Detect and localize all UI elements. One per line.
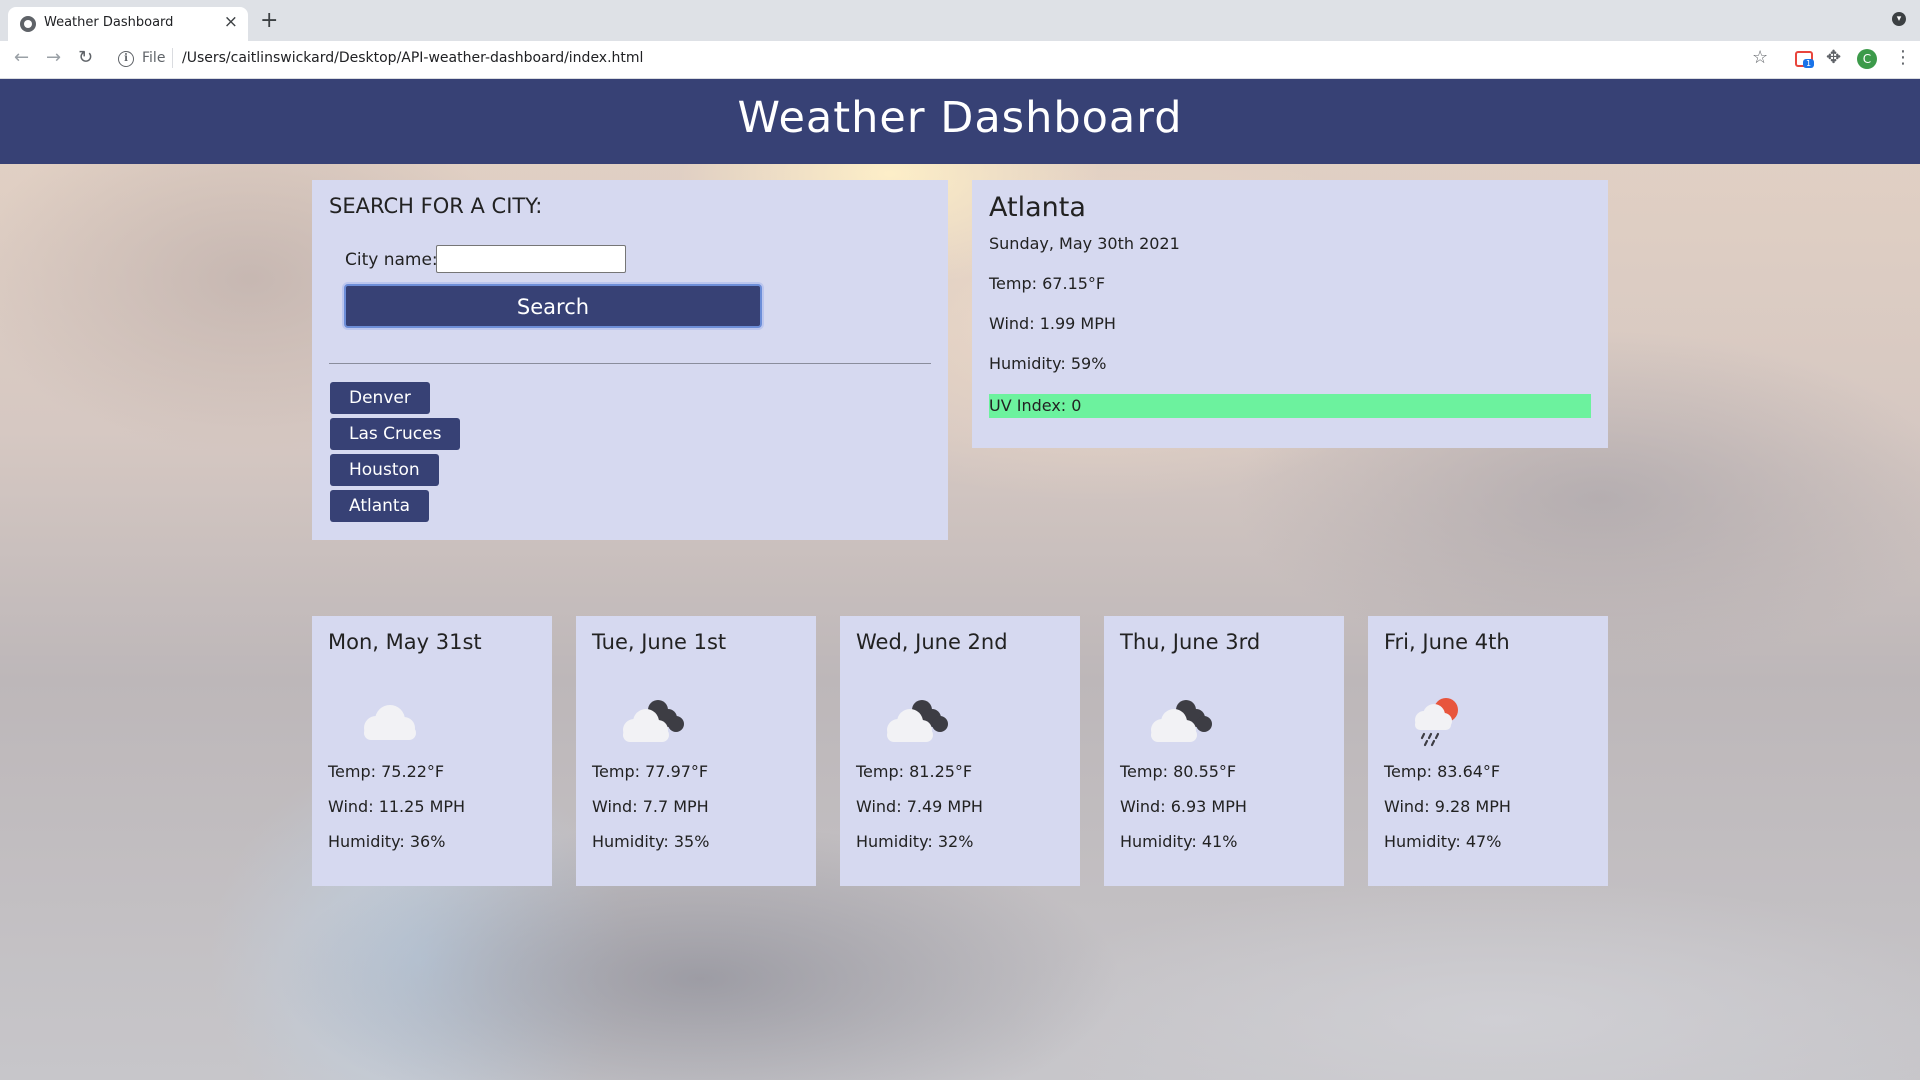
forecast-card: Wed, June 2nd Temp: 81.25°F Wind: 7.49 M… — [840, 616, 1080, 886]
forecast-card: Thu, June 3rd Temp: 80.55°F Wind: 6.93 M… — [1104, 616, 1344, 886]
forecast-card: Fri, June 4th Temp: 83.64°F Wind: 9.28 M… — [1368, 616, 1608, 886]
current-date: Sunday, May 30th 2021 — [989, 234, 1180, 253]
forecast-card: Mon, May 31st Temp: 75.22°F Wind: 11.25 … — [312, 616, 552, 886]
extensions-puzzle-icon[interactable]: ✥ — [1826, 47, 1841, 68]
forecast-temp: Temp: 83.64°F — [1384, 762, 1501, 781]
search-heading: SEARCH FOR A CITY: — [329, 194, 543, 218]
forecast-wind: Wind: 7.49 MPH — [856, 797, 983, 816]
forecast-wind: Wind: 6.93 MPH — [1120, 797, 1247, 816]
back-icon[interactable]: ← — [14, 47, 29, 68]
forecast-date: Tue, June 1st — [592, 630, 727, 654]
broken-clouds-icon — [623, 700, 684, 742]
forecast-wind: Wind: 7.7 MPH — [592, 797, 709, 816]
rain-sun-icon — [1415, 698, 1458, 747]
forecast-wind: Wind: 11.25 MPH — [328, 797, 466, 816]
reload-icon[interactable]: ↻ — [78, 47, 93, 68]
search-history: Denver Las Cruces Houston Atlanta — [330, 382, 461, 526]
forecast-humidity: Humidity: 32% — [856, 832, 974, 851]
forecast-humidity: Humidity: 36% — [328, 832, 446, 851]
city-name-input[interactable] — [436, 245, 626, 273]
bookmark-star-icon[interactable]: ☆ — [1752, 47, 1768, 68]
address-bar[interactable]: /Users/caitlinswickard/Desktop/API-weath… — [182, 50, 643, 66]
history-button-houston[interactable]: Houston — [330, 454, 439, 486]
forecast-date: Wed, June 2nd — [856, 630, 1008, 654]
close-tab-icon[interactable]: × — [224, 12, 238, 32]
uv-index-text: UV Index: 0 — [989, 396, 1082, 415]
forecast-card: Tue, June 1st Temp: 77.97°F Wind: 7.7 MP… — [576, 616, 816, 886]
uv-index-bar: UV Index: 0 — [989, 394, 1591, 418]
city-name-label: City name: — [345, 250, 438, 270]
forecast-temp: Temp: 80.55°F — [1120, 762, 1237, 781]
browser-tab[interactable]: Weather Dashboard × — [8, 7, 248, 41]
forecast-humidity: Humidity: 41% — [1120, 832, 1238, 851]
cloud-icon — [364, 705, 416, 740]
current-weather-panel: Atlanta Sunday, May 30th 2021 Temp: 67.1… — [972, 180, 1608, 448]
forecast-humidity: Humidity: 35% — [592, 832, 710, 851]
current-wind: Wind: 1.99 MPH — [989, 314, 1116, 333]
page-background: Weather Dashboard SEARCH FOR A CITY: Cit… — [0, 79, 1920, 1080]
history-button-denver[interactable]: Denver — [330, 382, 430, 414]
page-title: Weather Dashboard — [737, 93, 1183, 143]
forecast-temp: Temp: 77.97°F — [592, 762, 709, 781]
broken-clouds-icon — [1151, 700, 1212, 742]
current-city: Atlanta — [989, 192, 1086, 223]
browser-tab-bar: Weather Dashboard × + ▾ — [0, 0, 1920, 41]
forward-icon[interactable]: → — [46, 47, 61, 68]
url-separator — [172, 48, 173, 68]
current-humidity: Humidity: 59% — [989, 354, 1107, 373]
forecast-temp: Temp: 75.22°F — [328, 762, 445, 781]
url-scheme-label: File — [142, 50, 166, 66]
page-header: Weather Dashboard — [0, 79, 1920, 164]
divider — [329, 363, 931, 364]
tab-title: Weather Dashboard — [44, 15, 174, 30]
browser-toolbar: ← → ↻ i File /Users/caitlinswickard/Desk… — [0, 41, 1920, 79]
info-icon[interactable]: i — [118, 51, 134, 67]
forecast-humidity: Humidity: 47% — [1384, 832, 1502, 851]
tab-search-icon[interactable]: ▾ — [1892, 12, 1906, 26]
search-button[interactable]: Search — [344, 284, 762, 328]
forecast-temp: Temp: 81.25°F — [856, 762, 973, 781]
current-temp: Temp: 67.15°F — [989, 274, 1106, 293]
extension-icon[interactable]: 1 — [1795, 51, 1815, 68]
new-tab-icon[interactable]: + — [260, 8, 278, 33]
menu-kebab-icon[interactable]: ⋮ — [1894, 47, 1912, 68]
forecast-date: Thu, June 3rd — [1120, 630, 1261, 654]
extension-badge: 1 — [1803, 59, 1815, 68]
broken-clouds-icon — [887, 700, 948, 742]
profile-avatar[interactable]: C — [1857, 49, 1877, 69]
history-button-las-cruces[interactable]: Las Cruces — [330, 418, 461, 450]
search-panel: SEARCH FOR A CITY: City name: Search Den… — [312, 180, 948, 540]
globe-icon — [20, 16, 36, 32]
forecast-date: Mon, May 31st — [328, 630, 482, 654]
history-button-atlanta[interactable]: Atlanta — [330, 490, 429, 522]
forecast-wind: Wind: 9.28 MPH — [1384, 797, 1511, 816]
forecast-date: Fri, June 4th — [1384, 630, 1510, 654]
